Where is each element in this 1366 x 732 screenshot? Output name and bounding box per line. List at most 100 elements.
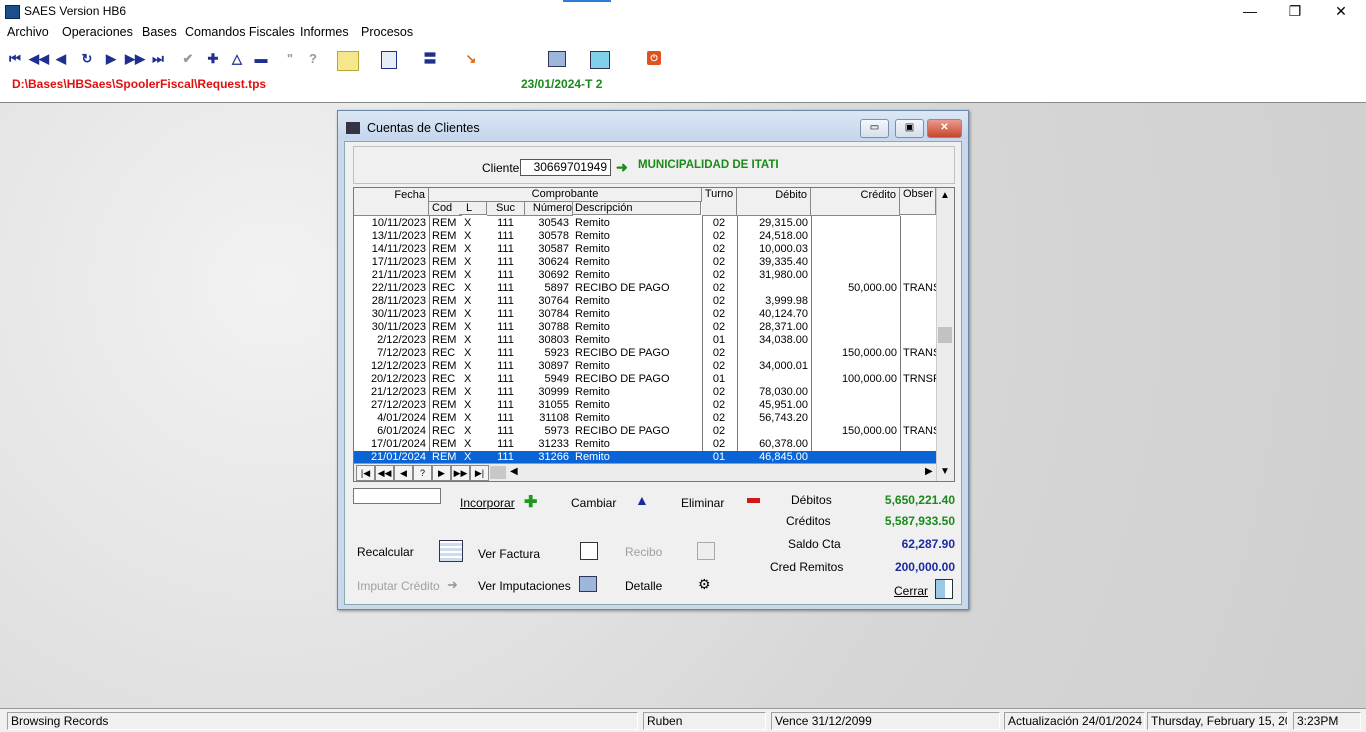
table-row[interactable]: 21/11/2023 REM X 111 30692 Remito 02 31,980.00 [354, 269, 936, 282]
menu-informes[interactable]: Informes [300, 25, 349, 39]
remove-icon[interactable]: ▬ [253, 51, 269, 67]
last-record-icon[interactable]: ⏭ [150, 51, 166, 67]
menu-operaciones[interactable]: Operaciones [62, 25, 133, 39]
check-icon[interactable]: ✔ [180, 51, 196, 67]
cerrar-button[interactable]: Cerrar [894, 584, 928, 598]
scroll-up-icon[interactable]: ▲ [940, 190, 950, 201]
table-row[interactable]: 10/11/2023 REM X 111 30543 Remito 02 29,315.00 [354, 217, 936, 230]
table-row[interactable]: 6/01/2024 REC X 111 5973 RECIBO DE PAGO 02 150,… [354, 425, 936, 438]
equals-icon[interactable]: 〓 [421, 51, 439, 67]
grid-rewind-button[interactable]: ◀◀ [375, 465, 394, 481]
close-button[interactable]: ✕ [1318, 2, 1364, 22]
maximize-button[interactable]: ❐ [1272, 2, 1318, 22]
cuentas-dialog: Cuentas de Clientes ▭ ▣ ✕ Cliente 306697… [337, 110, 969, 610]
scroll-thumb[interactable] [938, 327, 952, 343]
first-record-icon[interactable]: ⏮ [7, 51, 23, 67]
go-arrow-icon[interactable]: ➜ [616, 159, 628, 176]
refresh-icon[interactable]: ↻ [79, 51, 95, 67]
dialog-minimize-button[interactable]: ▭ [860, 119, 889, 138]
scroll-down-icon[interactable]: ▼ [940, 466, 950, 477]
imputar-credito-button[interactable]: Imputar Crédito [357, 579, 440, 593]
detail-icon[interactable]: ⚙ [698, 576, 711, 593]
menu-bases[interactable]: Bases [142, 25, 177, 39]
col-header-fecha[interactable]: Fecha [354, 188, 429, 216]
col-header-suc[interactable]: Suc [487, 202, 525, 216]
scroll-left-icon[interactable]: ◀ [510, 466, 518, 477]
col-header-credito[interactable]: Crédito [811, 188, 900, 216]
menu-archivo[interactable]: Archivo [7, 25, 49, 39]
edit-triangle-icon[interactable]: △ [229, 51, 245, 67]
plus-green-icon[interactable]: ✚ [524, 492, 537, 512]
power-icon[interactable]: ⏻ [647, 51, 661, 65]
export-arrow-icon[interactable]: ↘ [460, 51, 482, 67]
eliminar-button[interactable]: Eliminar [681, 496, 724, 510]
table-row[interactable]: 4/01/2024 REM X 111 31108 Remito 02 56,743.20 [354, 412, 936, 425]
table-row[interactable]: 7/12/2023 REC X 111 5923 RECIBO DE PAGO 02 150,… [354, 347, 936, 360]
quote-icon[interactable]: " [283, 51, 297, 67]
table-row[interactable]: 30/11/2023 REM X 111 30784 Remito 02 40,124.70 [354, 308, 936, 321]
minus-red-icon[interactable] [747, 498, 760, 503]
help-icon[interactable]: ? [306, 51, 320, 67]
dialog-maximize-button[interactable]: ▣ [895, 119, 924, 138]
transfer-icon[interactable] [590, 51, 610, 69]
table-row[interactable]: 14/11/2023 REM X 111 30587 Remito 02 10,000.03 [354, 243, 936, 256]
cambiar-button[interactable]: Cambiar [571, 496, 616, 510]
col-header-numero[interactable]: Número [525, 202, 573, 216]
table-row[interactable]: 28/11/2023 REM X 111 30764 Remito 02 3,999.98 [354, 295, 936, 308]
table-row[interactable]: 21/12/2023 REM X 111 30999 Remito 02 78,030.00 [354, 386, 936, 399]
notes-icon[interactable] [337, 51, 359, 71]
search-records-icon[interactable] [548, 51, 566, 67]
grid-find-button[interactable]: ? [413, 465, 432, 481]
cell-l: X [464, 412, 472, 424]
menu-procesos[interactable]: Procesos [361, 25, 413, 39]
rewind-icon[interactable]: ◀◀ [29, 51, 49, 67]
col-header-l[interactable]: L [459, 202, 487, 215]
next-record-icon[interactable]: ▶ [104, 51, 118, 67]
col-header-debito[interactable]: Débito [737, 188, 811, 216]
grid-first-button[interactable]: |◀ [356, 465, 375, 481]
grid-forward-button[interactable]: ▶▶ [451, 465, 470, 481]
grid-next-button[interactable]: ▶ [432, 465, 451, 481]
incorporar-button[interactable]: Incorporar [460, 496, 515, 510]
recalcular-button[interactable]: Recalcular [357, 545, 414, 559]
col-header-descripcion[interactable]: Descripción [573, 202, 701, 215]
table-row[interactable]: 20/12/2023 REC X 111 5949 RECIBO DE PAGO 01 100… [354, 373, 936, 386]
table-row[interactable]: 12/12/2023 REM X 111 30897 Remito 02 34,000.01 [354, 360, 936, 373]
grid-prev-button[interactable]: ◀ [394, 465, 413, 481]
menu-comandos-fiscales[interactable]: Comandos Fiscales [185, 25, 295, 39]
ver-factura-button[interactable]: Ver Factura [478, 547, 540, 561]
table-row[interactable]: 13/11/2023 REM X 111 30578 Remito 02 24,518.00 [354, 230, 936, 243]
imputaciones-icon[interactable] [579, 576, 597, 592]
scroll-right-icon[interactable]: ▶ [925, 466, 933, 477]
table-row[interactable]: 17/01/2024 REM X 111 31233 Remito 02 60,378.00 [354, 438, 936, 451]
table-row[interactable]: 27/12/2023 REM X 111 31055 Remito 02 45,951.00 [354, 399, 936, 412]
detalle-button[interactable]: Detalle [625, 579, 662, 593]
table-row[interactable]: 30/11/2023 REM X 111 30788 Remito 02 28,371.00 [354, 321, 936, 334]
vertical-scrollbar[interactable]: ▲ ▼ [936, 188, 954, 481]
prev-record-icon[interactable]: ◀ [54, 51, 68, 67]
minimize-button[interactable]: — [1227, 2, 1273, 22]
cambiar-triangle-icon[interactable]: ▲ [635, 492, 649, 508]
client-number-field[interactable]: 30669701949 [520, 159, 611, 176]
col-header-cod[interactable]: Cod [429, 202, 462, 216]
add-icon[interactable]: ✚ [205, 51, 221, 67]
exit-door-icon[interactable] [935, 579, 953, 599]
col-header-obser[interactable]: Obser [900, 188, 936, 215]
recibo-button[interactable]: Recibo [625, 545, 662, 559]
dialog-close-button[interactable]: ✕ [927, 119, 962, 138]
document-icon[interactable] [381, 51, 397, 69]
col-header-comprobante[interactable]: Comprobante [429, 188, 702, 202]
search-field[interactable] [353, 488, 441, 504]
imputar-arrow-icon[interactable]: ➜ [447, 577, 458, 593]
fast-forward-icon[interactable]: ▶▶ [125, 51, 145, 67]
view-invoice-icon[interactable] [580, 542, 598, 560]
table-row[interactable]: 17/11/2023 REM X 111 30624 Remito 02 39,335.40 [354, 256, 936, 269]
ver-imputaciones-button[interactable]: Ver Imputaciones [478, 579, 571, 593]
grid-last-button[interactable]: ▶| [470, 465, 489, 481]
col-header-turno[interactable]: Turno [702, 188, 737, 216]
receipt-icon[interactable] [697, 542, 715, 560]
table-row[interactable]: 22/11/2023 REC X 111 5897 RECIBO DE PAGO 02 50,… [354, 282, 936, 295]
table-row[interactable]: 2/12/2023 REM X 111 30803 Remito 01 34,038.00 [354, 334, 936, 347]
recalculate-icon[interactable] [439, 540, 463, 562]
hscroll-thumb[interactable] [490, 466, 506, 479]
